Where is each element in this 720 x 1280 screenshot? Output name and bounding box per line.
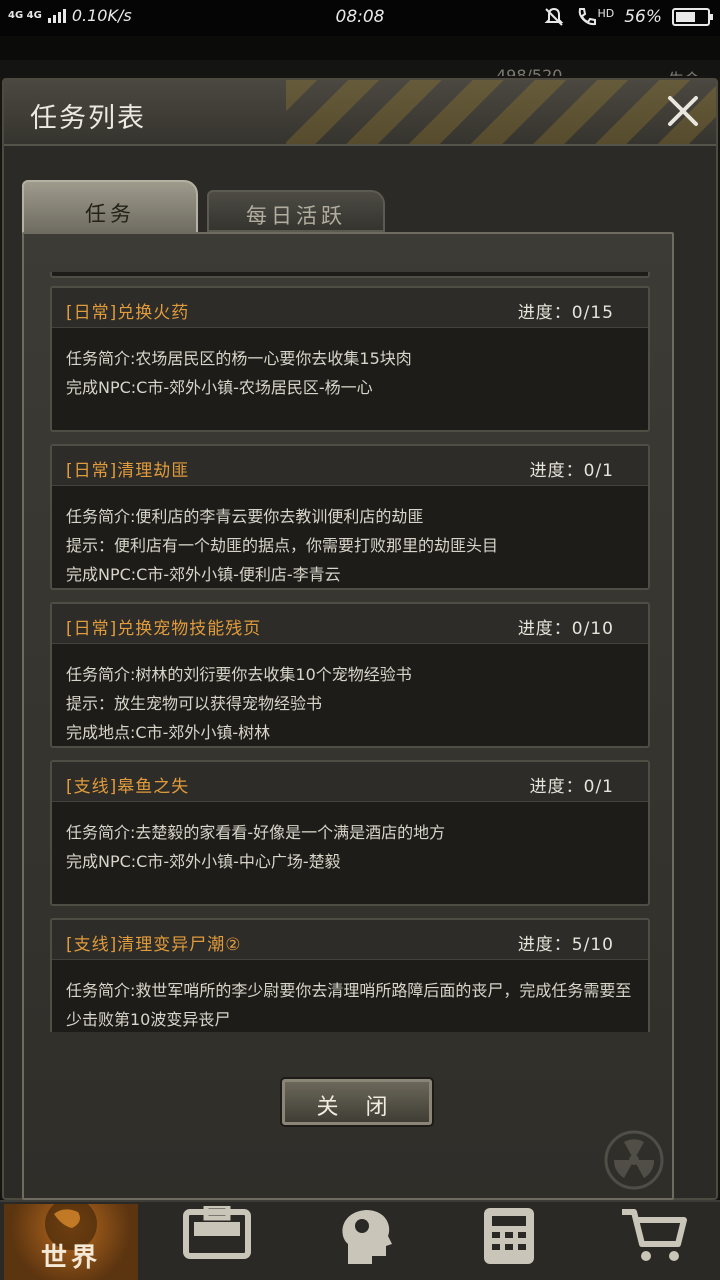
task-list[interactable]: [日常]兑换火药 进度：0/15 任务简介:农场居民区的杨一心要你去收集15块肉… (50, 272, 650, 1032)
task-list-dialog: 任务列表 每日活跃 任务 [日常]兑换火药 进度：0/15 任务简介:农场居民区… (2, 78, 718, 1200)
status-bar: 4G 4G 0.10K/s 08:08 HD 56% (0, 0, 720, 36)
task-line: 提示：便利店有一个劫匪的据点，你需要打败那里的劫匪头目 (66, 536, 499, 555)
bottom-nav: 世界 (0, 1200, 720, 1280)
task-progress: 进度：5/10 (517, 935, 614, 955)
task-line: 任务简介:农场居民区的杨一心要你去收集15块肉 (66, 349, 412, 368)
phone-icon[interactable] (480, 1206, 538, 1266)
battery-icon (672, 8, 713, 26)
task-line: 任务简介:去楚毅的家看看-好像是一个满是酒店的地方 (66, 823, 446, 842)
list-item-partial (50, 272, 650, 278)
battery-percent: 56% (624, 7, 662, 27)
nav-world[interactable]: 世界 (4, 1204, 138, 1280)
task-item[interactable]: [支线]皋鱼之失 进度：0/1 任务简介:去楚毅的家看看-好像是一个满是酒店的地… (50, 760, 650, 906)
task-line: 完成地点:C市-郊外小镇-树林 (66, 723, 271, 742)
task-progress: 进度：0/1 (529, 777, 614, 797)
battery-fill (676, 12, 696, 22)
task-progress: 进度：0/1 (529, 461, 614, 481)
task-header: [日常]兑换宠物技能残页 进度：0/10 (52, 604, 648, 644)
radiation-icon (604, 1130, 664, 1190)
status-right: HD 56% (543, 6, 713, 28)
task-item[interactable]: [支线]清理变异尸潮② 进度：5/10 任务简介:救世军哨所的李少尉要你去清理哨… (50, 918, 650, 1032)
task-title: [支线]清理变异尸潮② (66, 935, 242, 955)
bell-muted-icon (545, 7, 564, 26)
task-progress: 进度：0/15 (517, 303, 614, 323)
dialog-header: 任务列表 (4, 80, 716, 146)
task-body: 任务简介:农场居民区的杨一心要你去收集15块肉 完成NPC:C市-郊外小镇-农场… (52, 328, 648, 402)
task-item[interactable]: [日常]清理劫匪 进度：0/1 任务简介:便利店的李青云要你去教训便利店的劫匪 … (50, 444, 650, 590)
hd-label: HD (597, 6, 615, 20)
close-button[interactable]: 关 闭 (282, 1079, 432, 1125)
nav-world-label: 世界 (40, 1243, 101, 1273)
task-item[interactable]: [日常]兑换火药 进度：0/15 任务简介:农场居民区的杨一心要你去收集15块肉… (50, 286, 650, 432)
task-header: [日常]兑换火药 进度：0/15 (52, 288, 648, 328)
tab-tasks[interactable]: 任务 (22, 180, 198, 234)
task-progress: 进度：0/10 (517, 619, 614, 639)
task-title: [日常]清理劫匪 (66, 461, 190, 481)
task-line: 完成NPC:C市-郊外小镇-农场居民区-杨一心 (66, 378, 373, 397)
character-head-icon[interactable] (328, 1206, 402, 1266)
task-line: 提示：放生宠物可以获得宠物经验书 (66, 694, 323, 713)
backpack-icon[interactable] (180, 1206, 254, 1266)
task-header: [支线]清理变异尸潮② 进度：5/10 (52, 920, 648, 960)
close-icon[interactable] (662, 90, 704, 132)
task-body: 任务简介:便利店的李青云要你去教训便利店的劫匪 提示：便利店有一个劫匪的据点，你… (52, 486, 648, 589)
tab-daily-active[interactable]: 每日活跃 (207, 190, 385, 232)
task-header: [支线]皋鱼之失 进度：0/1 (52, 762, 648, 802)
call-hd-icon (579, 8, 597, 26)
task-line: 任务简介:便利店的李青云要你去教训便利店的劫匪 (66, 507, 424, 526)
task-title: [日常]兑换火药 (66, 303, 190, 323)
task-line: 任务简介:树林的刘衍要你去收集10个宠物经验书 (66, 665, 412, 684)
task-line: 完成NPC:C市-郊外小镇-便利店-李青云 (66, 565, 341, 584)
task-body: 任务简介:树林的刘衍要你去收集10个宠物经验书 提示：放生宠物可以获得宠物经验书… (52, 644, 648, 747)
task-header: [日常]清理劫匪 进度：0/1 (52, 446, 648, 486)
task-body: 任务简介:去楚毅的家看看-好像是一个满是酒店的地方 完成NPC:C市-郊外小镇-… (52, 802, 648, 876)
task-item[interactable]: [日常]兑换宠物技能残页 进度：0/10 任务简介:树林的刘衍要你去收集10个宠… (50, 602, 650, 748)
task-line: 任务简介:救世军哨所的李少尉要你去清理哨所路障后面的丧尸，完成任务需要至少击败第… (66, 981, 632, 1029)
task-title: [日常]兑换宠物技能残页 (66, 619, 262, 639)
task-title: [支线]皋鱼之失 (66, 777, 190, 797)
task-body: 任务简介:救世军哨所的李少尉要你去清理哨所路障后面的丧尸，完成任务需要至少击败第… (52, 960, 648, 1032)
task-line: 完成NPC:C市-郊外小镇-中心广场-楚毅 (66, 852, 341, 871)
task-panel: [日常]兑换火药 进度：0/15 任务简介:农场居民区的杨一心要你去收集15块肉… (22, 232, 674, 1200)
dialog-title: 任务列表 (30, 103, 146, 134)
shop-cart-icon[interactable] (620, 1206, 688, 1266)
